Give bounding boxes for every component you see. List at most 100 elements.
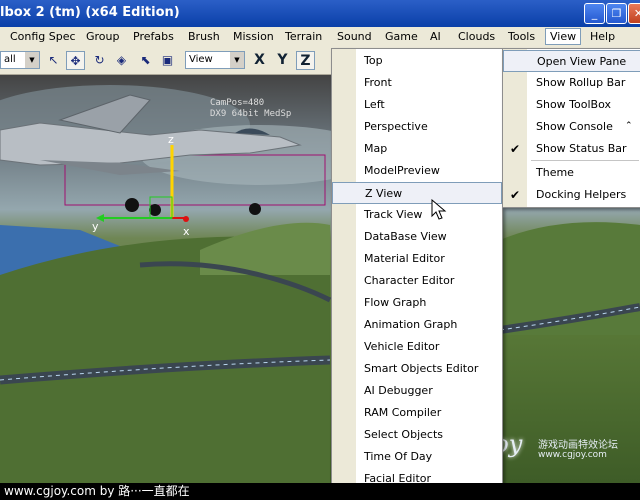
title-bar: lbox 2 (tm) (x64 Edition) _ ❐ ✕	[0, 0, 640, 27]
view-menu-item-map[interactable]: Map	[332, 138, 502, 160]
scale-icon[interactable]: ◈	[112, 51, 131, 70]
view-menu-item-database-view[interactable]: DataBase View	[332, 226, 502, 248]
layer-combo[interactable]: all ▼	[0, 51, 40, 69]
view-menu-item-modelpreview[interactable]: ModelPreview	[332, 160, 502, 182]
chevron-down-icon: ▼	[230, 52, 244, 68]
minimize-button[interactable]: _	[584, 3, 605, 24]
hud-line-1: CamPos=480	[210, 98, 265, 108]
view-menu-item-time-of-day[interactable]: Time Of Day	[332, 446, 502, 468]
menu-item-label: Open View Pane	[537, 55, 627, 68]
select-arrow-icon[interactable]: ↖	[44, 51, 63, 70]
submenu-separator	[531, 160, 639, 161]
layer-combo-value: all	[4, 54, 16, 65]
menu-ai[interactable]: AI	[430, 30, 441, 43]
menu-item-label: DataBase View	[364, 230, 447, 243]
menu-mission[interactable]: Mission	[233, 30, 274, 43]
view-menu-item-ai-debugger[interactable]: AI Debugger	[332, 380, 502, 402]
hud-line-2: DX9 64bit MedSp	[210, 109, 292, 119]
view-menu-item-material-editor[interactable]: Material Editor	[332, 248, 502, 270]
menu-item-label: Character Editor	[364, 274, 455, 287]
menu-item-label: Z View	[365, 187, 403, 200]
submenu-item-show-rollup-bar[interactable]: Show Rollup Bar	[503, 72, 640, 94]
view-menu-item-ram-compiler[interactable]: RAM Compiler	[332, 402, 502, 424]
hud-readout: CamPos=480 DX9 64bit MedSp	[210, 98, 291, 120]
menu-item-label: Top	[364, 54, 383, 67]
menu-item-label: Show Status Bar	[536, 142, 627, 155]
axis-x-button[interactable]: X	[250, 51, 269, 70]
axis-y-label: y	[92, 220, 99, 233]
select-terrain-icon[interactable]: ⬉	[136, 51, 155, 70]
watermark-url: www.cgjoy.com	[538, 450, 607, 460]
check-icon: ✔	[510, 142, 521, 156]
menu-item-label: AI Debugger	[364, 384, 433, 397]
menu-item-label: Theme	[536, 166, 574, 179]
view-combo[interactable]: View ▼	[185, 51, 245, 69]
close-button[interactable]: ✕	[628, 3, 640, 24]
view-menu-dropdown: Top Front Left Perspective Map ModelPreview Z …	[331, 48, 503, 485]
mouse-cursor-icon	[431, 199, 447, 220]
menu-item-label: Perspective	[364, 120, 428, 133]
chevron-down-icon: ▼	[25, 52, 39, 68]
menu-item-label: Docking Helpers	[536, 188, 627, 201]
submenu-item-show-console[interactable]: Show Console	[503, 116, 640, 138]
restore-button[interactable]: ❐	[606, 3, 627, 24]
menu-item-label: Animation Graph	[364, 318, 458, 331]
menu-game[interactable]: Game	[385, 30, 418, 43]
menu-item-label: Time Of Day	[364, 450, 433, 463]
menu-item-label: Track View	[364, 208, 423, 221]
menu-help[interactable]: Help	[590, 30, 615, 43]
watermark-text: 游戏动画特效论坛	[538, 440, 618, 451]
axis-y-button[interactable]: Y	[273, 51, 292, 70]
menu-item-label: Show Console	[536, 120, 613, 133]
menu-item-label: Smart Objects Editor	[364, 362, 479, 375]
axis-z-label: z	[168, 133, 174, 146]
view-menu-item-flow-graph[interactable]: Flow Graph	[332, 292, 502, 314]
view-menu-item-z-view[interactable]: Z View	[332, 182, 502, 204]
menu-item-label: Show ToolBox	[536, 98, 611, 111]
view-menu-item-perspective[interactable]: Perspective	[332, 116, 502, 138]
menu-item-label: Select Objects	[364, 428, 443, 441]
submenu-item-open-view-pane[interactable]: Open View Pane	[503, 50, 640, 72]
view-menu-item-front[interactable]: Front	[332, 72, 502, 94]
menu-terrain[interactable]: Terrain	[285, 30, 322, 43]
menu-item-label: Material Editor	[364, 252, 445, 265]
status-bar: www.cgjoy.com by 路···一直都在	[0, 483, 640, 500]
view-menu-item-top[interactable]: Top	[332, 50, 502, 72]
menu-brush[interactable]: Brush	[188, 30, 220, 43]
axis-z-button[interactable]: Z	[296, 51, 315, 70]
view-submenu: ⌃ Open View Pane Show Rollup Bar Show Tool…	[502, 48, 640, 208]
view-menu-item-select-objects[interactable]: Select Objects	[332, 424, 502, 446]
menu-bar: Config Spec Group Prefabs Brush Mission …	[0, 27, 640, 49]
view-menu-item-smart-objects-editor[interactable]: Smart Objects Editor	[332, 358, 502, 380]
view-menu-item-vehicle-editor[interactable]: Vehicle Editor	[332, 336, 502, 358]
check-icon: ✔	[510, 188, 521, 202]
menu-clouds[interactable]: Clouds	[458, 30, 495, 43]
menu-item-label: Map	[364, 142, 388, 155]
rotate-icon[interactable]: ↻	[90, 51, 109, 70]
menu-group[interactable]: Group	[86, 30, 120, 43]
menu-item-label: Left	[364, 98, 385, 111]
menu-item-label: Flow Graph	[364, 296, 427, 309]
menu-tools[interactable]: Tools	[508, 30, 535, 43]
menu-item-label: Show Rollup Bar	[536, 76, 626, 89]
snap-grid-icon[interactable]: ▣	[158, 51, 177, 70]
menu-prefabs[interactable]: Prefabs	[133, 30, 174, 43]
view-combo-value: View	[189, 54, 213, 65]
view-menu-item-track-view[interactable]: Track View	[332, 204, 502, 226]
submenu-item-docking-helpers[interactable]: ✔ Docking Helpers	[503, 184, 640, 206]
view-menu-item-left[interactable]: Left	[332, 94, 502, 116]
submenu-item-show-toolbox[interactable]: Show ToolBox	[503, 94, 640, 116]
menu-item-label: Front	[364, 76, 392, 89]
menu-sound[interactable]: Sound	[337, 30, 372, 43]
menu-view[interactable]: View	[545, 28, 582, 45]
window-title: lbox 2 (tm) (x64 Edition)	[0, 5, 180, 20]
axis-x-label: x	[183, 225, 190, 238]
submenu-item-show-status-bar[interactable]: ✔ Show Status Bar	[503, 138, 640, 160]
menu-item-label: RAM Compiler	[364, 406, 442, 419]
menu-config-spec[interactable]: Config Spec	[10, 30, 76, 43]
move-icon[interactable]: ✥	[66, 51, 85, 70]
view-menu-item-animation-graph[interactable]: Animation Graph	[332, 314, 502, 336]
menu-item-label: Vehicle Editor	[364, 340, 440, 353]
submenu-item-theme[interactable]: Theme	[503, 162, 640, 184]
view-menu-item-character-editor[interactable]: Character Editor	[332, 270, 502, 292]
